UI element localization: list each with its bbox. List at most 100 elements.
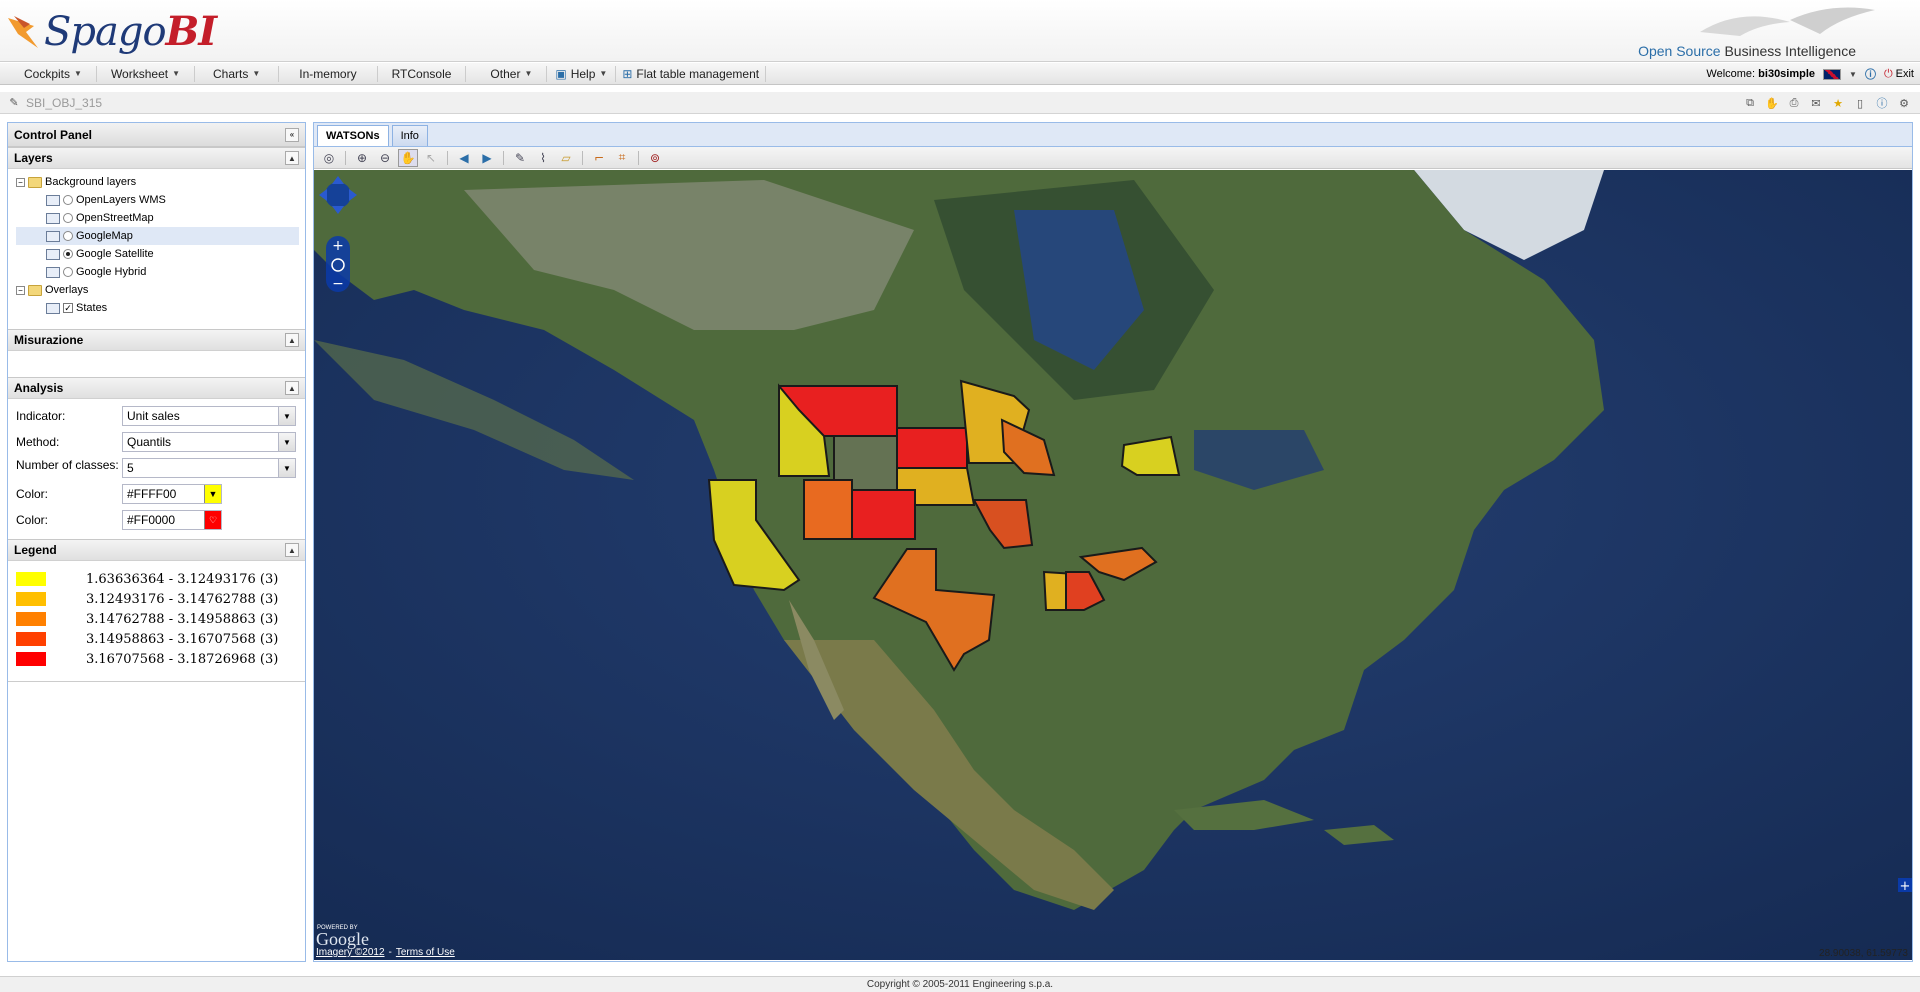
legend-item: 3.14762788 - 3.14958863 (3) [8, 609, 305, 629]
imagery-link[interactable]: Imagery ©2012 [316, 947, 385, 958]
power-icon: ⏻ [1883, 67, 1893, 80]
draw-line-icon[interactable]: ⌇ [533, 149, 553, 167]
layer-google-satellite[interactable]: Google Satellite [16, 245, 299, 263]
chevron-down-icon[interactable]: ▼ [278, 459, 295, 477]
zoom-minus-icon[interactable]: − [332, 276, 344, 292]
menu-worksheet[interactable]: Worksheet ▼ [97, 65, 195, 82]
layer-radio-selected[interactable] [63, 249, 73, 259]
document-icon[interactable]: ▯ [1852, 95, 1868, 111]
collapse-legend-button[interactable]: ▲ [285, 543, 299, 557]
color-to-row: Color: #FF0000 ♡ [8, 507, 305, 533]
send-icon[interactable]: ✉ [1808, 95, 1824, 111]
collapse-analysis-button[interactable]: ▲ [285, 381, 299, 395]
print-map-icon[interactable]: ⊚ [645, 149, 665, 167]
document-label: SBI_OBJ_315 [26, 95, 103, 110]
menu-help[interactable]: ▣ Help ▼ [547, 65, 617, 82]
layer-radio[interactable] [63, 231, 73, 241]
welcome-label: Welcome: bi30simple [1706, 68, 1816, 80]
dropdown-caret-icon[interactable]: ▼ [1849, 70, 1857, 79]
layer-radio[interactable] [63, 213, 73, 223]
pan-hand-icon[interactable]: ✋ [398, 148, 418, 167]
layer-openlayers-wms[interactable]: OpenLayers WMS [16, 191, 299, 209]
method-select[interactable]: Quantils ▼ [122, 432, 296, 452]
dropdown-caret-icon: ▼ [524, 69, 533, 78]
layer-google-hybrid[interactable]: Google Hybrid [16, 263, 299, 281]
layer-states[interactable]: ✓ States [16, 299, 299, 317]
zoom-in-icon[interactable]: ⊕ [352, 149, 372, 167]
menu-charts[interactable]: Charts ▼ [195, 65, 280, 82]
spagobi-logo: SpagoBI [4, 4, 217, 58]
map-panel: WATSONs Info ◎ ⊕ ⊖ ✋ ↖ ◀ ▶ ✎ ⌇ ▱ ⌐ ⌗ ⊚ +… [313, 122, 1913, 962]
dropdown-caret-icon: ▼ [172, 69, 180, 78]
classes-select[interactable]: 5 ▼ [122, 458, 296, 478]
layer-icon [46, 194, 60, 206]
user-bar: Welcome: bi30simple ▼ ⓘ ⏻ Exit [1706, 63, 1914, 85]
draw-polygon-icon[interactable]: ▱ [556, 149, 576, 167]
color-to-field[interactable]: #FF0000 ♡ [122, 510, 222, 530]
document-toolbar: ✎ SBI_OBJ_315 ⧉ ✋ ⎙ ✉ ★ ▯ ⓘ ⚙ [0, 92, 1920, 114]
layer-radio[interactable] [63, 267, 73, 277]
terms-link[interactable]: Terms of Use [396, 947, 455, 958]
state-colorado[interactable] [851, 489, 916, 540]
menu-other[interactable]: Other ▼ [466, 65, 548, 82]
measure-body [8, 351, 305, 377]
method-row: Method: Quantils ▼ [8, 429, 305, 455]
layer-icon [46, 302, 60, 314]
color-from-row: Color: #FFFF00 ▼ [8, 481, 305, 507]
layer-checkbox[interactable]: ✓ [63, 303, 73, 313]
language-flag-icon[interactable] [1823, 68, 1842, 80]
measure-area-icon[interactable]: ⌗ [612, 149, 632, 167]
chevron-down-icon[interactable]: ▼ [278, 433, 295, 451]
collapse-measure-button[interactable]: ▲ [285, 333, 299, 347]
color-picker-icon[interactable]: ♡ [204, 511, 221, 529]
exit-button[interactable]: ⏻ Exit [1884, 68, 1914, 81]
color-label: Color: [16, 487, 49, 501]
menu-cockpits[interactable]: Cockpits ▼ [10, 65, 97, 82]
map-canvas[interactable]: + − + POWERED BY Google Imagery ©2012- Te… [314, 170, 1912, 960]
collapse-panel-button[interactable]: « [285, 127, 299, 142]
settings-icon[interactable]: ⚙ [1896, 95, 1912, 111]
menu-in-memory[interactable]: In-memory [279, 65, 378, 82]
zoom-plus-icon[interactable]: + [332, 238, 344, 254]
collapse-node-icon[interactable]: − [16, 177, 25, 187]
document-actions: ⧉ ✋ ⎙ ✉ ★ ▯ ⓘ ⚙ [1742, 95, 1912, 111]
analysis-section-header: Analysis ▲ [8, 377, 305, 399]
plus-icon[interactable]: + [1900, 879, 1911, 894]
legend-item: 3.14958863 - 3.16707568 (3) [8, 629, 305, 649]
select-arrow-icon[interactable]: ↖ [421, 149, 441, 167]
zoom-out-icon[interactable]: ⊖ [375, 149, 395, 167]
draw-point-icon[interactable]: ✎ [510, 149, 530, 167]
state-south-dakota[interactable] [896, 427, 968, 469]
indicator-row: Indicator: Unit sales ▼ [8, 403, 305, 429]
app-header: SpagoBI Open Source Business Intelligenc… [0, 0, 1920, 62]
layer-googlemap[interactable]: GoogleMap [16, 227, 299, 245]
favorite-star-icon[interactable]: ★ [1830, 95, 1846, 111]
header-birds-decoration-icon [1700, 7, 1875, 36]
menu-flat-table[interactable]: ⊞ Flat table management [616, 65, 767, 82]
previous-view-icon[interactable]: ◀ [454, 149, 474, 167]
zoom-to-extent-icon[interactable]: ◎ [319, 149, 339, 167]
collapse-node-icon[interactable]: − [16, 285, 25, 295]
legend-body: 1.63636364 - 3.12493176 (3) 3.12493176 -… [8, 561, 305, 682]
tab-watsons[interactable]: WATSONs [317, 125, 389, 146]
next-view-icon[interactable]: ▶ [477, 149, 497, 167]
state-utah[interactable] [803, 479, 853, 540]
layer-radio[interactable] [63, 195, 73, 205]
tree-node-overlays[interactable]: − Overlays [16, 281, 299, 299]
tree-node-background-layers[interactable]: − Background layers [16, 173, 299, 191]
color-from-field[interactable]: #FFFF00 ▼ [122, 484, 222, 504]
restore-icon[interactable]: ⧉ [1742, 95, 1758, 111]
notes-icon[interactable]: ✋ [1764, 95, 1780, 111]
tab-info[interactable]: Info [391, 125, 428, 146]
color-picker-icon[interactable]: ▼ [204, 485, 221, 503]
chevron-down-icon[interactable]: ▼ [278, 407, 295, 425]
menu-rtconsole[interactable]: RTConsole [378, 65, 467, 82]
info-icon[interactable]: ⓘ [1874, 95, 1890, 111]
print-icon[interactable]: ⎙ [1786, 95, 1802, 111]
indicator-select[interactable]: Unit sales ▼ [122, 406, 296, 426]
layer-openstreetmap[interactable]: OpenStreetMap [16, 209, 299, 227]
collapse-layers-button[interactable]: ▲ [285, 151, 299, 165]
measure-distance-icon[interactable]: ⌐ [589, 149, 609, 167]
analysis-form: Indicator: Unit sales ▼ Method: Quantils ▼ N… [8, 399, 305, 533]
info-icon[interactable]: ⓘ [1865, 66, 1876, 82]
